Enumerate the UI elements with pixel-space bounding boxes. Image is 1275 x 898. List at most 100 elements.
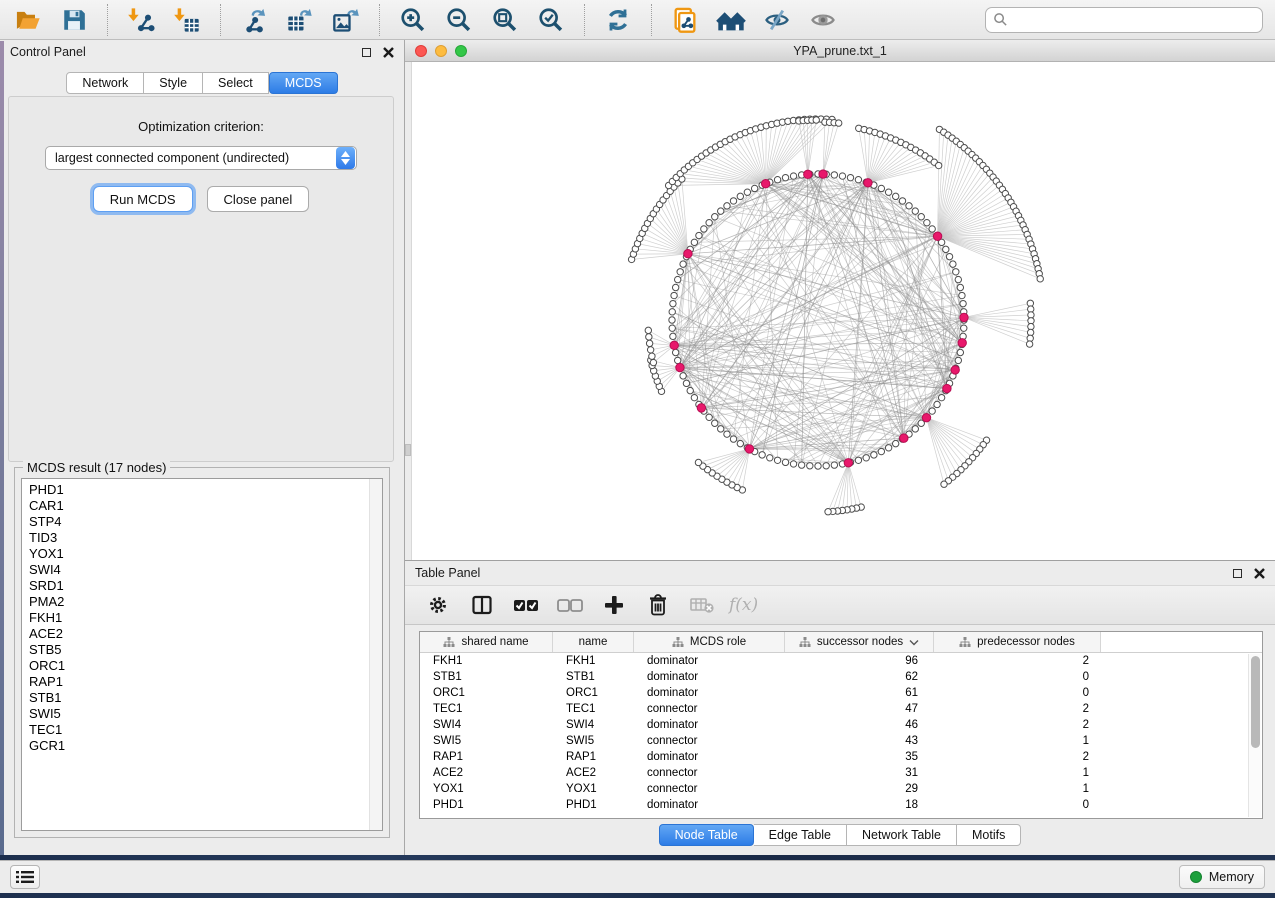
network-node[interactable]	[774, 177, 780, 183]
table-scroll-thumb[interactable]	[1251, 656, 1260, 748]
network-node[interactable]	[677, 269, 683, 275]
network-node[interactable]	[687, 387, 693, 393]
network-hub-node[interactable]	[819, 170, 827, 178]
mcds-result-node[interactable]: TID3	[29, 530, 368, 546]
search-input[interactable]	[1008, 10, 1255, 30]
table-row[interactable]: ACE2ACE2connector311	[420, 765, 1262, 781]
tab-mcds[interactable]: MCDS	[269, 72, 338, 94]
mcds-result-node[interactable]: SWI4	[29, 562, 368, 578]
column-header-predecessor-nodes[interactable]: predecessor nodes	[934, 632, 1101, 652]
network-node[interactable]	[855, 457, 861, 463]
network-node[interactable]	[691, 394, 697, 400]
network-node[interactable]	[960, 300, 966, 306]
table-tab-motifs[interactable]: Motifs	[957, 824, 1021, 846]
network-node[interactable]	[885, 189, 891, 195]
network-node[interactable]	[744, 189, 750, 195]
network-node[interactable]	[680, 261, 686, 267]
new-network-from-selection-icon[interactable]	[669, 4, 701, 36]
mcds-result-node[interactable]: PMA2	[29, 594, 368, 610]
network-node[interactable]	[670, 300, 676, 306]
network-node[interactable]	[938, 394, 944, 400]
network-node[interactable]	[724, 431, 730, 437]
zoom-out-icon[interactable]	[443, 4, 475, 36]
network-node[interactable]	[899, 198, 905, 204]
network-node[interactable]	[892, 440, 898, 446]
float-window-icon[interactable]	[362, 48, 371, 57]
network-node[interactable]	[712, 214, 718, 220]
network-node[interactable]	[878, 185, 884, 191]
column-header-successor-nodes[interactable]: successor nodes	[785, 632, 934, 652]
mcds-result-node[interactable]: CAR1	[29, 498, 368, 514]
network-node[interactable]	[675, 276, 681, 282]
network-leaf-node[interactable]	[941, 481, 947, 487]
network-node[interactable]	[953, 269, 959, 275]
network-node[interactable]	[672, 284, 678, 290]
mcds-result-node[interactable]: GCR1	[29, 738, 368, 754]
network-node[interactable]	[669, 325, 675, 331]
task-history-list-icon[interactable]	[10, 865, 40, 889]
network-node[interactable]	[730, 436, 736, 442]
network-leaf-node[interactable]	[649, 353, 655, 359]
network-node[interactable]	[885, 445, 891, 451]
close-panel-button[interactable]: Close panel	[207, 186, 310, 212]
zoom-fit-icon[interactable]	[489, 4, 521, 36]
network-leaf-node[interactable]	[695, 459, 701, 465]
optimization-criterion-select[interactable]: largest connected component (undirected)	[45, 146, 357, 170]
mcds-result-node[interactable]: ACE2	[29, 626, 368, 642]
network-hub-node[interactable]	[670, 341, 678, 349]
network-node[interactable]	[957, 284, 963, 290]
network-node[interactable]	[943, 246, 949, 252]
network-graph[interactable]	[405, 62, 1273, 560]
hide-selected-eye-slash-icon[interactable]	[761, 4, 793, 36]
network-node[interactable]	[790, 461, 796, 467]
column-header-MCDS-role[interactable]: MCDS role	[634, 632, 785, 652]
memory-button[interactable]: Memory	[1179, 865, 1265, 889]
network-node[interactable]	[918, 214, 924, 220]
network-node[interactable]	[751, 185, 757, 191]
mcds-result-scrollbar[interactable]	[369, 479, 382, 830]
network-hub-node[interactable]	[761, 179, 769, 187]
network-hub-node[interactable]	[804, 170, 812, 178]
select-all-rows-icon[interactable]	[509, 589, 543, 621]
network-node[interactable]	[730, 198, 736, 204]
canvas-left-scrollbar[interactable]	[405, 62, 412, 560]
network-node[interactable]	[906, 203, 912, 209]
network-canvas[interactable]	[405, 62, 1275, 560]
network-node[interactable]	[672, 349, 678, 355]
network-hub-node[interactable]	[676, 363, 684, 371]
import-table-icon[interactable]	[171, 4, 203, 36]
import-network-icon[interactable]	[125, 4, 157, 36]
network-leaf-node[interactable]	[835, 120, 841, 126]
network-node[interactable]	[706, 220, 712, 226]
table-row[interactable]: STB1STB1dominator620	[420, 669, 1262, 685]
mcds-result-node[interactable]: SWI5	[29, 706, 368, 722]
network-hub-node[interactable]	[943, 384, 951, 392]
network-node[interactable]	[863, 455, 869, 461]
mcds-result-node[interactable]: FKH1	[29, 610, 368, 626]
mcds-result-node[interactable]: YOX1	[29, 546, 368, 562]
network-node[interactable]	[912, 208, 918, 214]
network-leaf-node[interactable]	[650, 359, 656, 365]
network-node[interactable]	[934, 401, 940, 407]
network-node[interactable]	[767, 455, 773, 461]
network-leaf-node[interactable]	[1026, 341, 1032, 347]
network-node[interactable]	[680, 373, 686, 379]
network-node[interactable]	[959, 292, 965, 298]
network-node[interactable]	[737, 193, 743, 199]
network-node[interactable]	[671, 292, 677, 298]
network-leaf-node[interactable]	[647, 347, 653, 353]
table-row[interactable]: ORC1ORC1dominator610	[420, 685, 1262, 701]
table-row[interactable]: TEC1TEC1connector472	[420, 701, 1262, 717]
close-panel-icon[interactable]	[383, 47, 394, 58]
refresh-view-icon[interactable]	[602, 4, 634, 36]
network-node[interactable]	[737, 440, 743, 446]
mcds-result-node[interactable]: ORC1	[29, 658, 368, 674]
network-hub-node[interactable]	[922, 413, 930, 421]
run-mcds-button[interactable]: Run MCDS	[93, 186, 193, 212]
zoom-in-icon[interactable]	[397, 4, 429, 36]
canvas-scroll-thumb[interactable]	[405, 444, 411, 456]
network-node[interactable]	[823, 463, 829, 469]
close-table-panel-icon[interactable]	[1254, 568, 1265, 579]
network-node[interactable]	[798, 462, 804, 468]
network-leaf-node[interactable]	[935, 162, 941, 168]
